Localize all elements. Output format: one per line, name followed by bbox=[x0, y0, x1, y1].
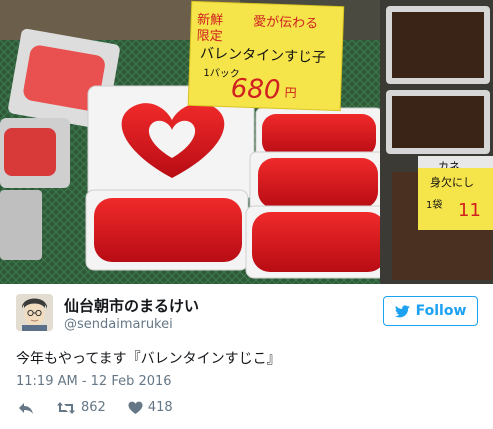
display-name[interactable]: 仙台朝市のまるけい bbox=[64, 295, 199, 316]
reply-icon bbox=[19, 402, 33, 414]
price-sign-side: カネ 身欠にし 1袋 11 bbox=[418, 156, 493, 230]
like-count: 418 bbox=[147, 400, 173, 415]
retweet-button[interactable]: 862 bbox=[56, 400, 106, 415]
sign-yen: 円 bbox=[284, 86, 296, 100]
market-photo-illustration: 新鮮 限定 愛が伝わる バレンタインすじ子 1パック 680 円 カネ 身欠にし… bbox=[0, 0, 493, 284]
reply-button[interactable] bbox=[18, 401, 34, 415]
twitter-bird-icon bbox=[394, 304, 410, 317]
tweet-timestamp[interactable]: 11:19 AM - 12 Feb 2016 bbox=[16, 374, 172, 389]
user-handle[interactable]: @sendaimarukei bbox=[64, 317, 173, 332]
tweet-card: 仙台朝市のまるけい @sendaimarukei Follow 今年もやってます… bbox=[0, 284, 493, 429]
side-sign-bag: 1袋 bbox=[426, 198, 442, 211]
follow-label: Follow bbox=[415, 303, 467, 319]
tweet-photo[interactable]: 新鮮 限定 愛が伝わる バレンタインすじ子 1パック 680 円 カネ 身欠にし… bbox=[0, 0, 493, 284]
follow-button[interactable]: Follow bbox=[383, 296, 478, 326]
sign-line-limited: 限定 bbox=[196, 29, 223, 45]
side-sign-herring: 身欠にし bbox=[430, 175, 474, 189]
sign-line-fresh: 新鮮 bbox=[197, 12, 224, 29]
sign-line-love: 愛が伝わる bbox=[253, 15, 318, 32]
sign-price: 680 bbox=[230, 74, 281, 106]
avatar-face-icon bbox=[16, 294, 53, 331]
retweet-icon bbox=[57, 401, 75, 414]
tweet-text: 今年もやってます『バレンタインすじこ』 bbox=[16, 351, 281, 367]
retweet-count: 862 bbox=[81, 400, 106, 415]
heart-icon bbox=[128, 401, 143, 414]
side-sign-price: 11 bbox=[458, 200, 481, 221]
like-button[interactable]: 418 bbox=[128, 400, 173, 415]
tweet-actions: 862 418 bbox=[18, 400, 195, 415]
price-sign-main: 新鮮 限定 愛が伝わる バレンタインすじ子 1パック 680 円 bbox=[187, 0, 345, 112]
avatar[interactable] bbox=[16, 294, 53, 331]
herring-bins bbox=[380, 0, 493, 284]
